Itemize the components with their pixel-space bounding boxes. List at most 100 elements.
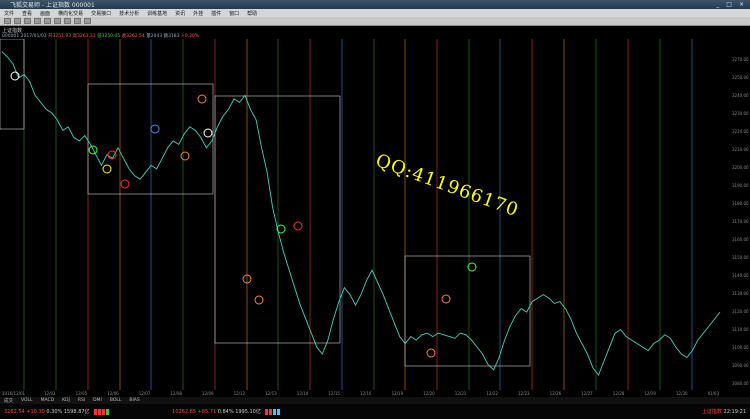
- sh-index-value: 3262.54: [4, 408, 25, 415]
- date-tick-label: 12/14: [296, 391, 309, 396]
- price-tick-label: 3210.00: [732, 147, 749, 152]
- rect-tool-icon[interactable]: [44, 18, 51, 24]
- date-tick-label: 12/22: [486, 391, 498, 396]
- maximize-button[interactable]: □: [726, 1, 732, 8]
- menu-training[interactable]: 训练基地: [143, 10, 171, 17]
- drawn-box: [0, 39, 25, 130]
- date-tick-label: 12/12: [233, 391, 246, 396]
- price-tick-label: 3170.00: [732, 219, 749, 224]
- date-tick-label: 12/06: [107, 391, 119, 396]
- menu-interface[interactable]: 交易接口: [87, 10, 115, 17]
- date-tick-label: 12/07: [138, 391, 151, 396]
- text-tool-icon[interactable]: [64, 18, 71, 24]
- date-tick-label: 12/20: [423, 391, 435, 396]
- sz-breadth-bars: [264, 408, 280, 415]
- sz-index-value: 10262.85: [172, 408, 196, 415]
- turning-point-marker: [120, 179, 130, 189]
- date-tick-label: 12/19: [391, 391, 404, 396]
- price-tick-label: 3160.00: [732, 237, 749, 242]
- menu-analysis[interactable]: 技术分析: [115, 10, 143, 17]
- menu-news[interactable]: 资讯: [171, 10, 189, 17]
- price-tick-label: 3180.00: [732, 201, 749, 206]
- sh-breadth-bars: [93, 408, 109, 415]
- turning-point-marker: [441, 294, 451, 304]
- tab-rsi[interactable]: RSI: [78, 398, 85, 403]
- date-tick-label: 01/03: [707, 391, 720, 396]
- price-tick-label: 3090.00: [732, 363, 749, 368]
- market-label: 上证指数: [701, 409, 722, 415]
- price-tick-label: 3250.00: [732, 75, 749, 80]
- price-tick-label: 3230.00: [732, 111, 749, 116]
- date-tick-label: 12/29: [644, 391, 656, 396]
- turning-point-marker: [426, 348, 436, 358]
- date-tick-label: 12/05: [75, 391, 88, 396]
- date-tick-label: 12/08: [170, 391, 182, 396]
- minimize-button[interactable]: _: [716, 1, 719, 8]
- price-tick-label: 3200.00: [732, 165, 749, 170]
- ray-tool-icon[interactable]: [24, 18, 31, 24]
- sz-index-change: +85.71: [197, 408, 217, 415]
- turning-point-marker: [254, 295, 264, 305]
- tab-macd[interactable]: MACD: [41, 398, 55, 403]
- date-tick-label: 12/16: [360, 391, 372, 396]
- date-tick-label: 12/15: [328, 391, 340, 396]
- menu-view[interactable]: 查看: [18, 10, 36, 17]
- price-tick-label: 3130.00: [732, 291, 749, 296]
- turning-point-marker: [293, 221, 303, 231]
- circle-tool-icon[interactable]: [54, 18, 61, 24]
- drawn-box: [214, 95, 341, 344]
- sh-index-pct: 0.30%: [46, 408, 63, 415]
- turning-point-marker: [203, 128, 213, 138]
- menu-window[interactable]: 窗口: [225, 10, 243, 17]
- date-tick-label: 12/30: [676, 391, 688, 396]
- date-tick-label: 12/27: [581, 391, 593, 396]
- price-tick-label: 3110.00: [732, 327, 749, 332]
- indicator-tabs: 成交 VOLL MACD KDJ RSI DMI BOLL BIAS: [0, 397, 750, 404]
- drawn-box: [404, 255, 531, 367]
- sh-index-amount: 1598.87亿: [63, 409, 90, 415]
- price-tick-label: 3140.00: [732, 273, 749, 278]
- price-axis: 3270.00 3250.00 3240.00 3230.00 3220.00 3210.…: [730, 39, 750, 390]
- close-button[interactable]: ×: [739, 1, 744, 8]
- delete-tool-icon[interactable]: [84, 18, 91, 24]
- price-line: [1, 51, 721, 376]
- pointer-tool-icon[interactable]: [4, 18, 11, 24]
- tab-kdj[interactable]: KDJ: [62, 398, 70, 403]
- title-bar: 飞狐交易师 - 上证指数 000001 _ □ ×: [0, 0, 750, 9]
- menu-bar: 文件 查看 画面 横向化交易 交易接口 技术分析 训练基地 资讯 外挂 插件 窗…: [0, 9, 750, 17]
- price-tick-label: 3150.00: [732, 255, 749, 260]
- tab-boll[interactable]: BOLL: [110, 398, 122, 403]
- clock: 22:19:21: [723, 408, 746, 415]
- turning-point-marker: [180, 151, 190, 161]
- tab-dmi[interactable]: DMI: [93, 398, 102, 403]
- date-tick-label: 2016/12/01: [2, 391, 26, 396]
- tab-volume[interactable]: 成交: [4, 398, 13, 404]
- date-tick-label: 12/13: [265, 391, 277, 396]
- price-tick-label: 3220.00: [732, 129, 749, 134]
- fibonacci-tool-icon[interactable]: [74, 18, 81, 24]
- menu-screen[interactable]: 画面: [36, 10, 54, 17]
- date-tick-label: 12/23: [518, 391, 530, 396]
- price-tick-label: 3100.00: [732, 345, 749, 350]
- date-tick-label: 12/09: [202, 391, 214, 396]
- line-tool-icon[interactable]: [14, 18, 21, 24]
- price-chart[interactable]: [0, 39, 730, 390]
- menu-trade[interactable]: 横向化交易: [54, 10, 87, 17]
- sh-index-change: +10.30: [26, 408, 45, 415]
- price-tick-label: 3240.00: [732, 93, 749, 98]
- turning-point-marker: [150, 124, 160, 134]
- status-bar: 3262.54 +10.30 0.30% 1598.87亿 10262.85 +…: [0, 404, 750, 419]
- menu-help[interactable]: 帮助: [243, 10, 261, 17]
- drawn-box: [87, 83, 214, 195]
- menu-plugin[interactable]: 外挂: [189, 10, 207, 17]
- date-tick-label: 12/02: [44, 391, 56, 396]
- turning-point-marker: [197, 94, 207, 104]
- tab-bias[interactable]: BIAS: [129, 398, 139, 403]
- menu-file[interactable]: 文件: [0, 10, 18, 17]
- tab-voll[interactable]: VOLL: [21, 398, 33, 403]
- menu-addon[interactable]: 插件: [207, 10, 225, 17]
- date-tick-label: 12/21: [454, 391, 467, 396]
- sz-index-pct: 0.84%: [217, 408, 234, 415]
- channel-tool-icon[interactable]: [34, 18, 41, 24]
- turning-point-marker: [102, 164, 112, 174]
